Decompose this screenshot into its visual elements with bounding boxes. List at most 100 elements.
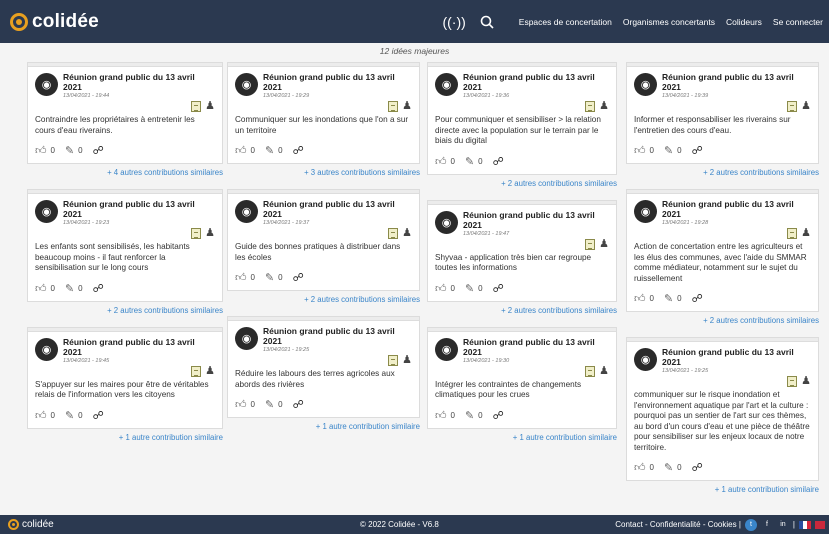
document-icon[interactable] (585, 365, 596, 377)
like-button[interactable]: 👍︎ 0 (435, 155, 455, 168)
nav-se-connecter[interactable]: Se connecter (773, 17, 823, 27)
idea-card[interactable]: ◉ Réunion grand public du 13 avril 2021 … (227, 62, 420, 164)
like-button[interactable]: 👍︎ 0 (235, 398, 255, 411)
idea-card[interactable]: ◉ Réunion grand public du 13 avril 2021 … (626, 189, 819, 312)
like-button[interactable]: 👍︎ 0 (35, 144, 55, 157)
comment-button[interactable]: ✎ 0 (265, 271, 283, 284)
comment-button[interactable]: ✎ 0 (65, 409, 83, 422)
comment-button[interactable]: ✎ 0 (465, 155, 483, 168)
people-icon[interactable]: ♟ (205, 101, 215, 112)
document-icon[interactable] (585, 238, 596, 250)
comment-button[interactable]: ✎ 0 (664, 461, 682, 474)
document-icon[interactable] (388, 101, 399, 112)
people-icon[interactable]: ♟ (599, 365, 609, 377)
idea-card[interactable]: ◉ Réunion grand public du 13 avril 2021 … (427, 199, 617, 302)
card-title[interactable]: Réunion grand public du 13 avril 2021 (463, 72, 609, 92)
similar-contributions-link[interactable]: + 2 autres contributions similaires (427, 179, 617, 188)
like-button[interactable]: 👍︎ 0 (235, 144, 255, 157)
similar-contributions-link[interactable]: + 2 autres contributions similaires (626, 168, 819, 177)
share-icon[interactable]: ☍ (692, 461, 703, 474)
people-icon[interactable]: ♟ (801, 101, 811, 112)
like-button[interactable]: 👍︎ 0 (634, 144, 654, 157)
share-icon[interactable]: ☍ (293, 144, 304, 157)
like-button[interactable]: 👍︎ 0 (35, 282, 55, 295)
idea-card[interactable]: ◉ Réunion grand public du 13 avril 2021 … (427, 62, 617, 175)
share-icon[interactable]: ☍ (293, 271, 304, 284)
document-icon[interactable] (388, 355, 399, 366)
share-icon[interactable]: ☍ (293, 398, 304, 411)
share-icon[interactable]: ☍ (692, 144, 703, 157)
nav-colideurs[interactable]: Colideurs (726, 17, 762, 27)
similar-contributions-link[interactable]: + 1 autre contribution similaire (227, 422, 420, 431)
search-icon[interactable] (480, 15, 494, 29)
people-icon[interactable]: ♟ (801, 228, 811, 239)
like-button[interactable]: 👍︎ 0 (634, 461, 654, 474)
similar-contributions-link[interactable]: + 2 autres contributions similaires (427, 306, 617, 315)
similar-contributions-link[interactable]: + 1 autre contribution similaire (27, 433, 223, 442)
comment-button[interactable]: ✎ 0 (465, 282, 483, 295)
card-title[interactable]: Réunion grand public du 13 avril 2021 (463, 337, 609, 357)
share-icon[interactable]: ☍ (493, 409, 504, 422)
uk-flag-icon[interactable] (815, 520, 825, 529)
similar-contributions-link[interactable]: + 2 autres contributions similaires (227, 295, 420, 304)
share-icon[interactable]: ☍ (493, 282, 504, 295)
share-icon[interactable]: ☍ (93, 144, 104, 157)
card-title[interactable]: Réunion grand public du 13 avril 2021 (263, 199, 412, 219)
idea-card[interactable]: ◉ Réunion grand public du 13 avril 2021 … (27, 189, 223, 302)
similar-contributions-link[interactable]: + 1 autre contribution similaire (626, 485, 819, 494)
comment-button[interactable]: ✎ 0 (65, 144, 83, 157)
document-icon[interactable] (787, 376, 798, 387)
idea-card[interactable]: ◉ Réunion grand public du 13 avril 2021 … (27, 62, 223, 164)
card-title[interactable]: Réunion grand public du 13 avril 2021 (63, 72, 215, 92)
idea-card[interactable]: ◉ Réunion grand public du 13 avril 2021 … (626, 62, 819, 164)
similar-contributions-link[interactable]: + 3 autres contributions similaires (227, 168, 420, 177)
comment-button[interactable]: ✎ 0 (664, 292, 682, 305)
comment-button[interactable]: ✎ 0 (465, 409, 483, 422)
similar-contributions-link[interactable]: + 1 autre contribution similaire (427, 433, 617, 442)
share-icon[interactable]: ☍ (93, 409, 104, 422)
document-icon[interactable] (191, 365, 202, 377)
comment-button[interactable]: ✎ 0 (265, 398, 283, 411)
people-icon[interactable]: ♟ (402, 355, 412, 366)
comment-button[interactable]: ✎ 0 (65, 282, 83, 295)
comment-button[interactable]: ✎ 0 (664, 144, 682, 157)
facebook-icon[interactable]: f (761, 519, 773, 531)
people-icon[interactable]: ♟ (402, 101, 412, 112)
like-button[interactable]: 👍︎ 0 (435, 409, 455, 422)
idea-card[interactable]: ◉ Réunion grand public du 13 avril 2021 … (27, 326, 223, 429)
twitter-icon[interactable]: t (744, 518, 757, 531)
document-icon[interactable] (191, 228, 202, 239)
linkedin-icon[interactable]: in (777, 519, 789, 531)
idea-card[interactable]: ◉ Réunion grand public du 13 avril 2021 … (427, 326, 617, 429)
share-icon[interactable]: ☍ (93, 282, 104, 295)
share-icon[interactable]: ☍ (692, 292, 703, 305)
people-icon[interactable]: ♟ (599, 101, 609, 112)
card-title[interactable]: Réunion grand public du 13 avril 2021 (662, 199, 811, 219)
similar-contributions-link[interactable]: + 4 autres contributions similaires (27, 168, 223, 177)
people-icon[interactable]: ♟ (801, 376, 811, 387)
card-title[interactable]: Réunion grand public du 13 avril 2021 (662, 72, 811, 92)
card-title[interactable]: Réunion grand public du 13 avril 2021 (662, 347, 811, 367)
french-flag-icon[interactable] (799, 520, 811, 529)
document-icon[interactable] (787, 228, 798, 239)
brand-logo[interactable]: colidée (10, 11, 99, 33)
share-icon[interactable]: ☍ (493, 155, 504, 168)
people-icon[interactable]: ♟ (205, 228, 215, 239)
card-title[interactable]: Réunion grand public du 13 avril 2021 (463, 210, 609, 230)
similar-contributions-link[interactable]: + 2 autres contributions similaires (626, 316, 819, 325)
comment-button[interactable]: ✎ 0 (265, 144, 283, 157)
like-button[interactable]: 👍︎ 0 (235, 271, 255, 284)
like-button[interactable]: 👍︎ 0 (435, 282, 455, 295)
like-button[interactable]: 👍︎ 0 (634, 292, 654, 305)
like-button[interactable]: 👍︎ 0 (35, 409, 55, 422)
broadcast-icon[interactable]: ((·)) (442, 14, 465, 30)
document-icon[interactable] (787, 101, 798, 112)
nav-espaces-concertation[interactable]: Espaces de concertation (519, 17, 612, 27)
document-icon[interactable] (585, 101, 596, 112)
idea-card[interactable]: ◉ Réunion grand public du 13 avril 2021 … (227, 189, 420, 291)
document-icon[interactable] (191, 101, 202, 112)
people-icon[interactable]: ♟ (402, 228, 412, 239)
card-title[interactable]: Réunion grand public du 13 avril 2021 (63, 337, 215, 357)
similar-contributions-link[interactable]: + 2 autres contributions similaires (27, 306, 223, 315)
footer-legal-links[interactable]: Contact - Confidentialité - Cookies | (615, 520, 741, 529)
